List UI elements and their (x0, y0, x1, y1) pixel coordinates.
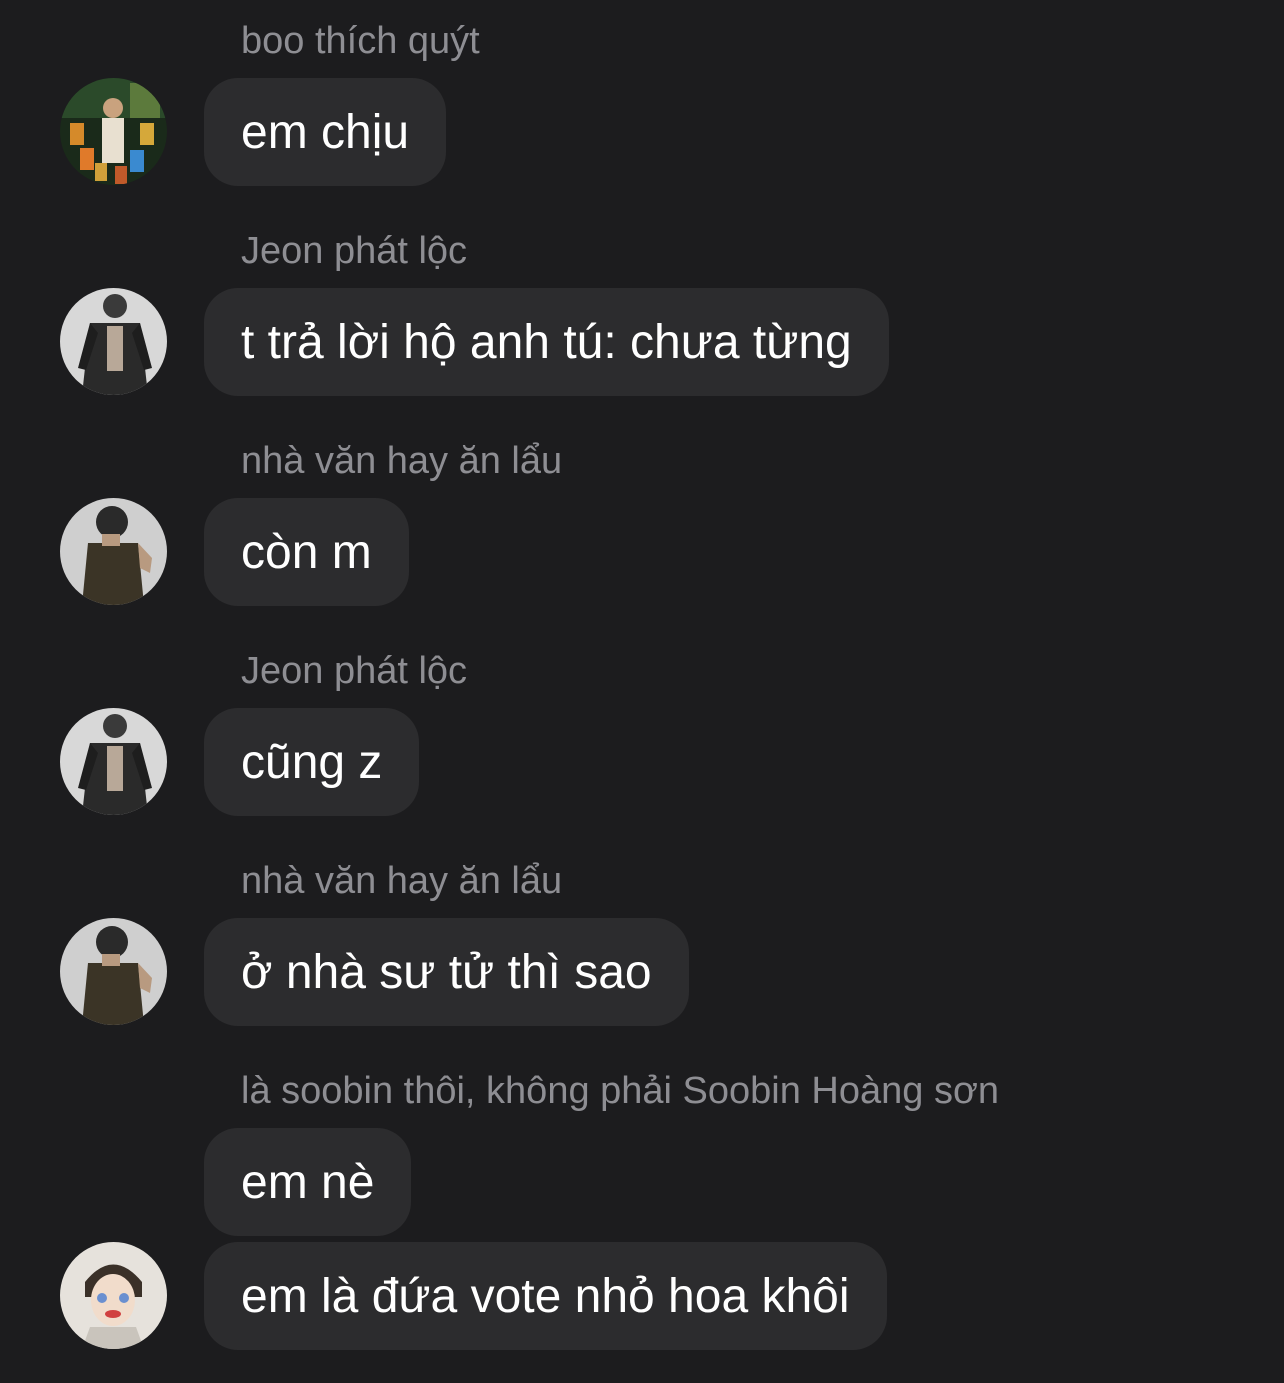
sender-name: Jeon phát lộc (241, 230, 468, 272)
message-bubble[interactable]: ở nhà sư tử thì sao (204, 918, 689, 1026)
sender-name: nhà văn hay ăn lẩu (241, 440, 563, 482)
avatar-image (60, 708, 167, 815)
avatar[interactable] (60, 78, 167, 185)
message-text: ở nhà sư tử thì sao (241, 945, 652, 999)
sender-name: là soobin thôi, không phải Soobin Hoàng … (241, 1070, 1000, 1112)
avatar[interactable] (60, 708, 167, 815)
avatar-image (60, 498, 167, 605)
message-text: cũng z (241, 735, 383, 789)
avatar-image (60, 288, 167, 395)
message-text: còn m (241, 525, 372, 579)
sender-name: Jeon phát lộc (241, 650, 468, 692)
avatar-image (60, 78, 167, 185)
message-bubble[interactable]: em là đứa vote nhỏ hoa khôi (204, 1242, 887, 1350)
avatar[interactable] (60, 918, 167, 1025)
message-bubble[interactable]: t trả lời hộ anh tú: chưa từng (204, 288, 889, 396)
sender-name: boo thích quýt (241, 20, 480, 62)
message-bubble[interactable]: cũng z (204, 708, 420, 816)
message-bubble[interactable]: em nè (204, 1128, 412, 1236)
avatar[interactable] (60, 288, 167, 395)
message-text: em chịu (241, 105, 410, 159)
avatar-image (60, 918, 167, 1025)
avatar[interactable] (60, 1242, 167, 1349)
sender-name: nhà văn hay ăn lẩu (241, 860, 563, 902)
message-text: em nè (241, 1155, 375, 1209)
message-bubble[interactable]: em chịu (204, 78, 447, 186)
message-text: em là đứa vote nhỏ hoa khôi (241, 1269, 850, 1323)
avatar-image (60, 1242, 167, 1349)
message-bubble[interactable]: còn m (204, 498, 409, 606)
message-text: t trả lời hộ anh tú: chưa từng (241, 315, 852, 369)
avatar[interactable] (60, 498, 167, 605)
